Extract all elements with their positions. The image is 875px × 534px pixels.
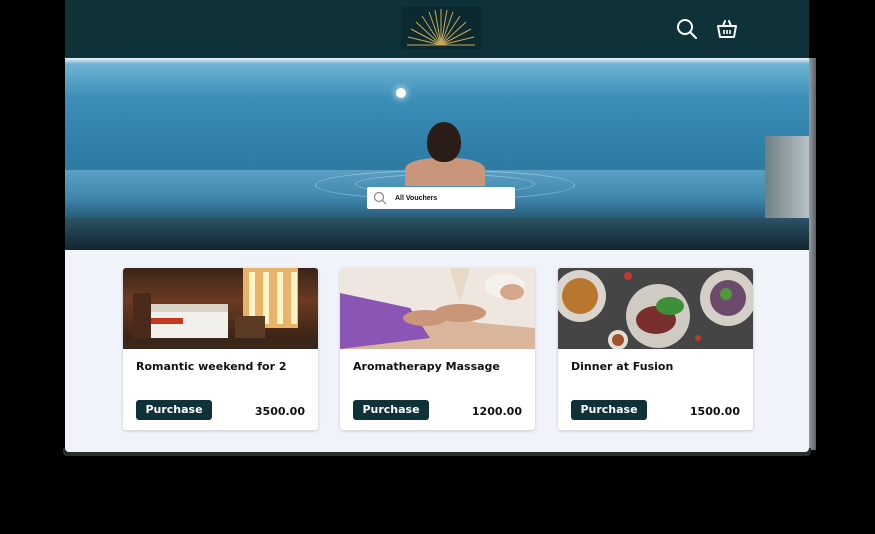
voucher-card[interactable]: Dinner at Fusion Purchase 1500.00: [558, 268, 753, 430]
swimmer-shoulders: [405, 158, 485, 186]
voucher-card[interactable]: Aromatherapy Massage Purchase 1200.00: [340, 268, 535, 430]
pool-edge: [65, 218, 809, 250]
purchase-button[interactable]: Purchase: [571, 400, 647, 420]
top-navigation-bar: [65, 0, 809, 58]
voucher-price: 3500.00: [254, 405, 305, 418]
search-icon: [373, 191, 387, 205]
voucher-search-text: All Vouchers: [395, 194, 438, 202]
voucher-search-field[interactable]: All Vouchers: [367, 187, 515, 209]
purchase-button[interactable]: Purchase: [136, 400, 212, 420]
basket-icon[interactable]: [715, 17, 739, 41]
hotel-room-image: [123, 268, 318, 349]
pool-wall: [765, 136, 809, 226]
voucher-price: 1200.00: [471, 405, 522, 418]
purchase-button[interactable]: Purchase: [353, 400, 429, 420]
hero-banner: All Vouchers: [65, 58, 809, 250]
food-plates-image: [558, 268, 753, 349]
voucher-price: 1500.00: [689, 405, 740, 418]
swimmer-head: [427, 122, 461, 162]
window-edge-shadow: [808, 58, 816, 450]
voucher-title: Romantic weekend for 2: [136, 360, 287, 373]
sun-glare: [396, 88, 406, 98]
search-icon[interactable]: [675, 17, 699, 41]
sunburst-logo[interactable]: [401, 7, 481, 49]
massage-image: [340, 268, 535, 349]
browser-frame: All Vouchers Romantic weekend for 2 Purc…: [65, 0, 809, 452]
voucher-title: Dinner at Fusion: [571, 360, 674, 373]
voucher-card[interactable]: Romantic weekend for 2 Purchase 3500.00: [123, 268, 318, 430]
voucher-title: Aromatherapy Massage: [353, 360, 500, 373]
